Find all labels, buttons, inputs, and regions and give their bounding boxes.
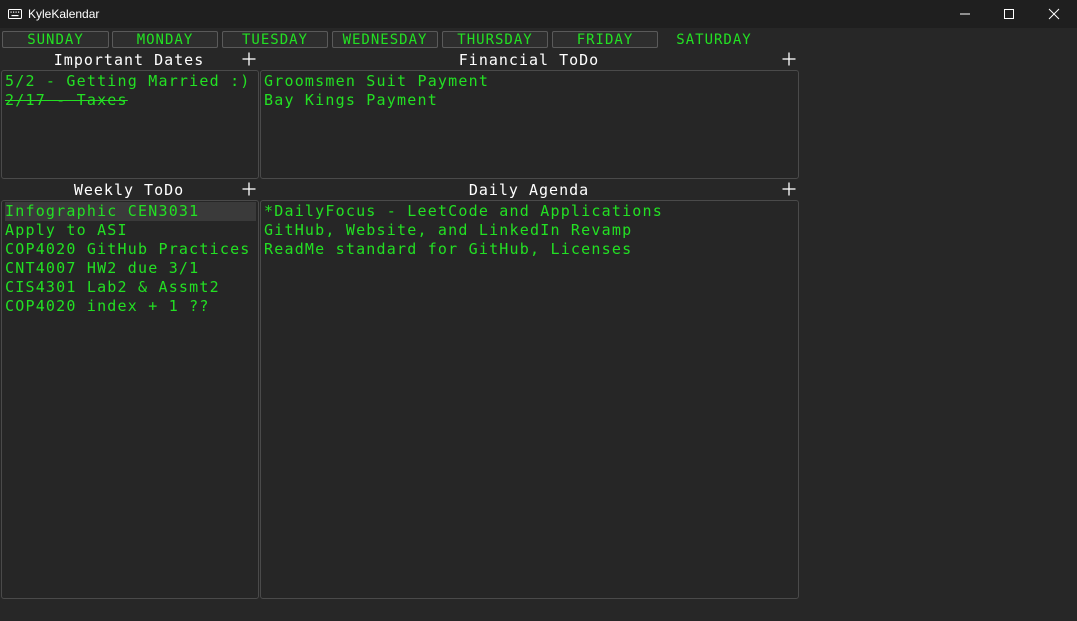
tab-saturday[interactable]: SATURDAY bbox=[661, 31, 767, 48]
list-item[interactable]: ReadMe standard for GitHub, Licenses bbox=[264, 240, 798, 259]
list-item[interactable]: 5/2 - Getting Married :) bbox=[5, 72, 258, 91]
daily-agenda-title: Daily Agenda bbox=[468, 181, 590, 199]
minimize-button[interactable] bbox=[942, 0, 988, 28]
list-item[interactable]: CNT4007 HW2 due 3/1 bbox=[5, 259, 258, 278]
tab-sunday[interactable]: SUNDAY bbox=[2, 31, 109, 48]
window-title: KyleKalendar bbox=[28, 7, 100, 21]
tab-monday[interactable]: MONDAY bbox=[112, 31, 218, 48]
weekly-todo-title: Weekly ToDo bbox=[73, 181, 185, 199]
tab-friday[interactable]: FRIDAY bbox=[552, 31, 658, 48]
plus-icon bbox=[242, 52, 256, 66]
maximize-icon bbox=[1004, 9, 1014, 19]
list-item[interactable]: CIS4301 Lab2 & Assmt2 bbox=[5, 278, 258, 297]
minimize-icon bbox=[960, 13, 970, 15]
list-item[interactable]: GitHub, Website, and LinkedIn Revamp bbox=[264, 221, 798, 240]
financial-todo-list[interactable]: Groomsmen Suit Payment Bay Kings Payment bbox=[260, 70, 799, 179]
list-item[interactable]: Apply to ASI bbox=[5, 221, 258, 240]
plus-icon bbox=[782, 52, 796, 66]
list-item[interactable]: Bay Kings Payment bbox=[264, 91, 798, 110]
close-button[interactable] bbox=[1031, 0, 1077, 28]
daily-agenda-list[interactable]: *DailyFocus - LeetCode and Applications G… bbox=[260, 200, 799, 599]
plus-icon bbox=[242, 182, 256, 196]
add-weekly-todo-button[interactable] bbox=[241, 181, 257, 197]
important-dates-title: Important Dates bbox=[53, 51, 205, 69]
keyboard-icon bbox=[8, 8, 22, 19]
tab-wednesday[interactable]: WEDNESDAY bbox=[332, 31, 438, 48]
list-item[interactable]: 2/17 - Taxes bbox=[5, 91, 258, 110]
tab-tuesday[interactable]: TUESDAY bbox=[222, 31, 328, 48]
window-titlebar: KyleKalendar bbox=[0, 0, 1077, 28]
tab-thursday[interactable]: THURSDAY bbox=[442, 31, 548, 48]
financial-todo-title: Financial ToDo bbox=[458, 51, 600, 69]
add-financial-todo-button[interactable] bbox=[781, 51, 797, 67]
list-item[interactable]: COP4020 GitHub Practices bbox=[5, 240, 258, 259]
close-icon bbox=[1048, 8, 1060, 20]
maximize-button[interactable] bbox=[986, 0, 1032, 28]
add-important-date-button[interactable] bbox=[241, 51, 257, 67]
important-dates-list[interactable]: 5/2 - Getting Married :) 2/17 - Taxes bbox=[1, 70, 259, 179]
list-item[interactable]: Groomsmen Suit Payment bbox=[264, 72, 798, 91]
weekly-todo-list[interactable]: Infographic CEN3031 Apply to ASI COP4020 G… bbox=[1, 200, 259, 599]
list-item[interactable]: *DailyFocus - LeetCode and Applications bbox=[264, 202, 798, 221]
plus-icon bbox=[782, 182, 796, 196]
list-item[interactable]: COP4020 index + 1 ?? bbox=[5, 297, 258, 316]
add-daily-agenda-button[interactable] bbox=[781, 181, 797, 197]
list-item[interactable]: Infographic CEN3031 bbox=[5, 202, 256, 221]
